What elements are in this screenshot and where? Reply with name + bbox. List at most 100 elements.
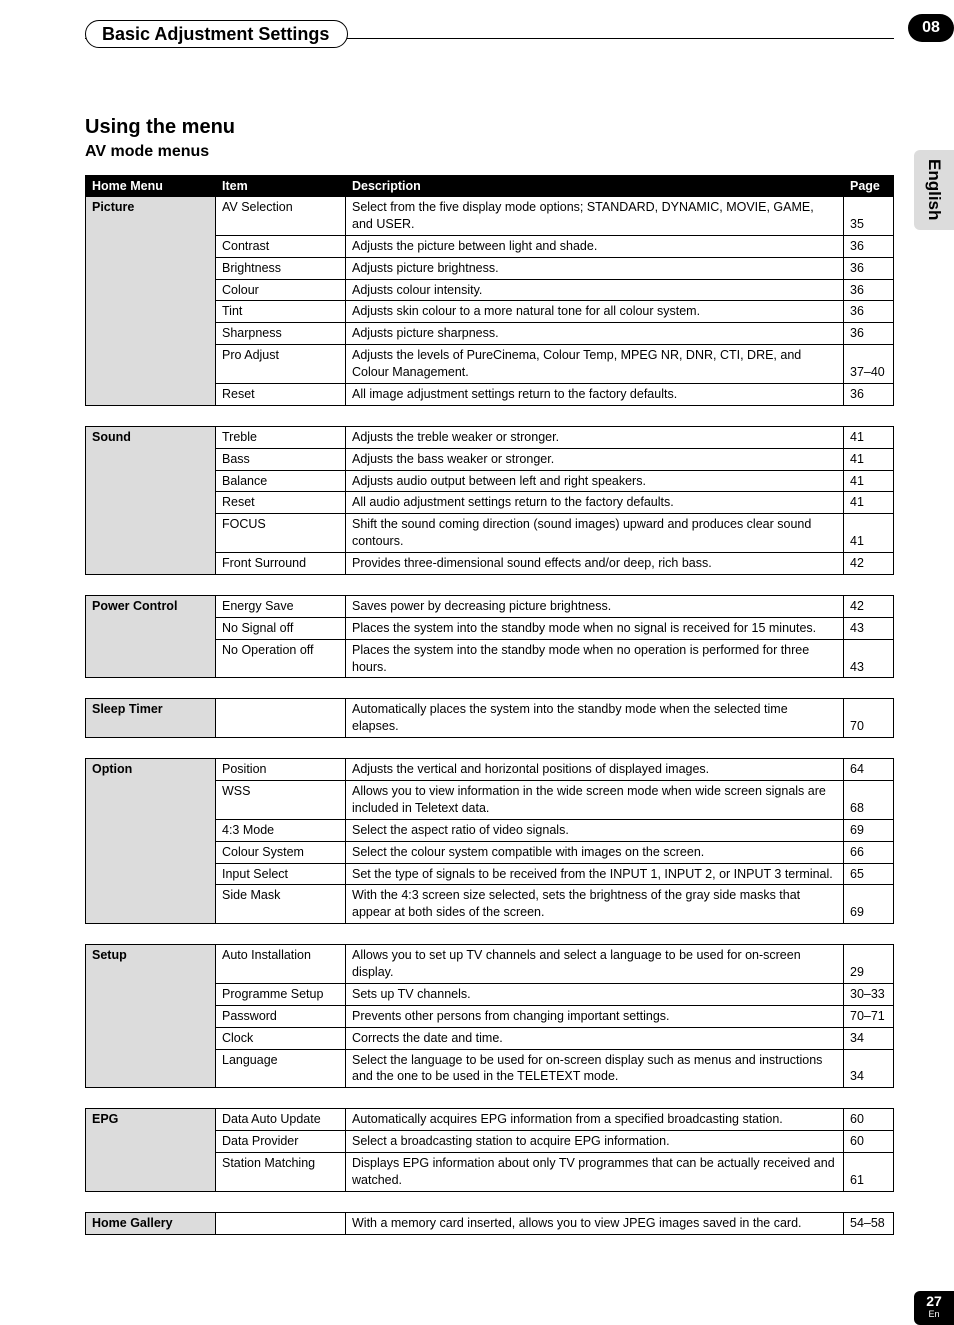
description-cell: Adjusts picture sharpness.: [346, 323, 844, 345]
item-cell: Clock: [216, 1027, 346, 1049]
description-cell: Allows you to set up TV channels and sel…: [346, 945, 844, 984]
item-cell: Side Mask: [216, 885, 346, 924]
description-cell: With a memory card inserted, allows you …: [346, 1212, 844, 1234]
column-header: Page: [844, 176, 894, 197]
table-row: OptionPositionAdjusts the vertical and h…: [86, 759, 894, 781]
menu-name-cell: [86, 1131, 216, 1153]
item-cell: Energy Save: [216, 595, 346, 617]
description-cell: Allows you to view information in the wi…: [346, 781, 844, 820]
description-cell: Select a broadcasting station to acquire…: [346, 1131, 844, 1153]
item-cell: Balance: [216, 470, 346, 492]
page-cell: 34: [844, 1049, 894, 1088]
menu-name-cell: [86, 1049, 216, 1088]
column-header: Description: [346, 176, 844, 197]
item-cell: Reset: [216, 383, 346, 405]
menu-name-cell: [86, 257, 216, 279]
item-cell: Password: [216, 1005, 346, 1027]
section-subheading: AV mode menus: [85, 143, 894, 161]
item-cell: Front Surround: [216, 553, 346, 575]
menu-name-cell: Setup: [86, 945, 216, 984]
menu-table: Power ControlEnergy SaveSaves power by d…: [85, 595, 894, 679]
item-cell: 4:3 Mode: [216, 819, 346, 841]
description-cell: Sets up TV channels.: [346, 983, 844, 1005]
page-cell: 36: [844, 383, 894, 405]
page-cell: 35: [844, 197, 894, 236]
description-cell: Select the language to be used for on-sc…: [346, 1049, 844, 1088]
page-cell: 60: [844, 1109, 894, 1131]
menu-name-cell: [86, 819, 216, 841]
section-heading: Using the menu: [85, 116, 894, 139]
menu-name-cell: [86, 448, 216, 470]
description-cell: Prevents other persons from changing imp…: [346, 1005, 844, 1027]
description-cell: Select from the five display mode option…: [346, 197, 844, 236]
menu-name-cell: [86, 983, 216, 1005]
page-cell: 43: [844, 617, 894, 639]
page-cell: 41: [844, 470, 894, 492]
menu-name-cell: [86, 617, 216, 639]
page-cell: 70–71: [844, 1005, 894, 1027]
menu-name-cell: [86, 514, 216, 553]
table-row: LanguageSelect the language to be used f…: [86, 1049, 894, 1088]
menu-name-cell: EPG: [86, 1109, 216, 1131]
page-cell: 66: [844, 841, 894, 863]
menu-name-cell: [86, 492, 216, 514]
page: Basic Adjustment Settings 08 English Usi…: [0, 0, 954, 1295]
page-cell: 69: [844, 885, 894, 924]
item-cell: Input Select: [216, 863, 346, 885]
item-cell: Sharpness: [216, 323, 346, 345]
page-cell: 70: [844, 699, 894, 738]
page-cell: 34: [844, 1027, 894, 1049]
table-row: Data ProviderSelect a broadcasting stati…: [86, 1131, 894, 1153]
table-row: Pro AdjustAdjusts the levels of PureCine…: [86, 345, 894, 384]
item-cell: WSS: [216, 781, 346, 820]
table-row: BalanceAdjusts audio output between left…: [86, 470, 894, 492]
description-cell: With the 4:3 screen size selected, sets …: [346, 885, 844, 924]
item-cell: Auto Installation: [216, 945, 346, 984]
table-row: Side MaskWith the 4:3 screen size select…: [86, 885, 894, 924]
page-cell: 42: [844, 595, 894, 617]
description-cell: Places the system into the standby mode …: [346, 639, 844, 678]
description-cell: Automatically acquires EPG information f…: [346, 1109, 844, 1131]
menu-name-cell: [86, 279, 216, 301]
menu-table: Home MenuItemDescriptionPagePictureAV Se…: [85, 175, 894, 406]
language-side-tab-label: English: [924, 159, 944, 220]
page-cell: 29: [844, 945, 894, 984]
description-cell: Adjusts the picture between light and sh…: [346, 235, 844, 257]
page-cell: 68: [844, 781, 894, 820]
description-cell: Select the aspect ratio of video signals…: [346, 819, 844, 841]
description-cell: Adjusts picture brightness.: [346, 257, 844, 279]
table-row: WSSAllows you to view information in the…: [86, 781, 894, 820]
menu-name-cell: [86, 639, 216, 678]
table-row: Home GalleryWith a memory card inserted,…: [86, 1212, 894, 1234]
description-cell: Set the type of signals to be received f…: [346, 863, 844, 885]
table-row: Station MatchingDisplays EPG information…: [86, 1153, 894, 1192]
table-row: Sleep TimerAutomatically places the syst…: [86, 699, 894, 738]
menu-name-cell: [86, 1027, 216, 1049]
table-row: Power ControlEnergy SaveSaves power by d…: [86, 595, 894, 617]
table-row: ContrastAdjusts the picture between ligh…: [86, 235, 894, 257]
item-cell: Data Auto Update: [216, 1109, 346, 1131]
menu-table: Home GalleryWith a memory card inserted,…: [85, 1212, 894, 1235]
page-cell: 41: [844, 514, 894, 553]
page-cell: 41: [844, 426, 894, 448]
item-cell: Treble: [216, 426, 346, 448]
item-cell: Brightness: [216, 257, 346, 279]
chapter-bar: Basic Adjustment Settings 08: [85, 20, 894, 56]
menu-name-cell: [86, 301, 216, 323]
table-row: ClockCorrects the date and time.34: [86, 1027, 894, 1049]
page-cell: 61: [844, 1153, 894, 1192]
menu-name-cell: [86, 841, 216, 863]
description-cell: Adjusts audio output between left and ri…: [346, 470, 844, 492]
menu-name-cell: [86, 1005, 216, 1027]
item-cell: Tint: [216, 301, 346, 323]
page-cell: 30–33: [844, 983, 894, 1005]
menu-table: OptionPositionAdjusts the vertical and h…: [85, 758, 894, 924]
description-cell: Select the colour system compatible with…: [346, 841, 844, 863]
menu-name-cell: [86, 235, 216, 257]
page-cell: 54–58: [844, 1212, 894, 1234]
table-row: SoundTrebleAdjusts the treble weaker or …: [86, 426, 894, 448]
table-row: No Signal offPlaces the system into the …: [86, 617, 894, 639]
table-row: Input SelectSet the type of signals to b…: [86, 863, 894, 885]
item-cell: No Operation off: [216, 639, 346, 678]
page-cell: 37–40: [844, 345, 894, 384]
